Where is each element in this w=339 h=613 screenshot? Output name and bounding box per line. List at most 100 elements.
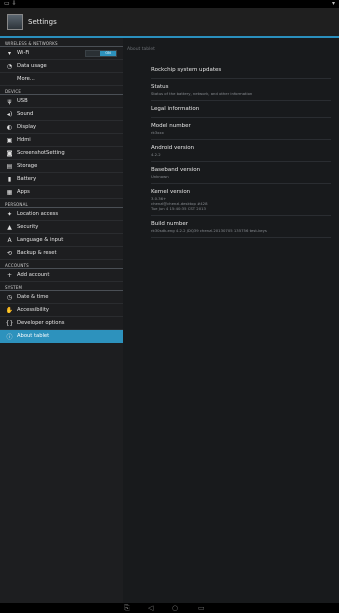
wifi-icon: ▾ <box>7 49 11 57</box>
pref-summary: rk3xxx <box>151 130 164 135</box>
section-header: PERSONAL <box>0 199 123 208</box>
sidebar-item-backup-reset[interactable]: ⟲ Backup & reset <box>0 247 123 260</box>
sidebar-item-location-access[interactable]: ✦ Location access <box>0 208 123 221</box>
pref-model-number[interactable]: Model number rk3xxx <box>151 118 331 140</box>
sidebar-item-display[interactable]: ◐ Display <box>0 121 123 134</box>
sidebar-item-label: Security <box>17 224 39 230</box>
storage-icon: ▤ <box>6 162 13 170</box>
status-bar: ▭ ⇩ ▾ <box>0 0 339 8</box>
sidebar-item-label: Accessibility <box>17 307 49 313</box>
screenshot-icon: ◙ <box>6 149 13 157</box>
sidebar-item-label: Wi-Fi <box>17 50 30 56</box>
pref-title: Kernel version <box>151 189 191 195</box>
screenshot-icon[interactable]: ⎘ <box>124 603 130 613</box>
language-icon: A <box>7 236 12 244</box>
backup-icon: ⟲ <box>6 249 13 257</box>
wifi-signal-icon: ▾ <box>331 0 335 7</box>
location-icon: ✦ <box>6 210 13 218</box>
sidebar-item-label: More... <box>17 76 35 82</box>
pref-summary: rk30sdk-eng 4.2.2 JDQ39 chenzl.20130705 … <box>151 228 267 233</box>
sidebar-item-usb[interactable]: ψ USB <box>0 95 123 108</box>
sidebar-item-screenshotsetting[interactable]: ◙ ScreenshotSetting <box>0 147 123 160</box>
section-header: SYSTEM <box>0 282 123 291</box>
action-bar: Settings <box>0 8 339 38</box>
back-icon[interactable]: ◁ <box>148 603 153 613</box>
sidebar-item-language-input[interactable]: A Language & input <box>0 234 123 247</box>
sidebar-item-sound[interactable]: ◂) Sound <box>0 108 123 121</box>
sidebar-item-label: Language & input <box>17 237 64 243</box>
sidebar-item-label: Backup & reset <box>17 250 57 256</box>
pref-title: Baseband version <box>151 167 201 173</box>
settings-app-icon[interactable] <box>7 14 23 30</box>
section-header: DEVICE <box>0 86 123 95</box>
sidebar-item-date-time[interactable]: ◷ Date & time <box>0 291 123 304</box>
pref-legal-information[interactable]: Legal information <box>151 101 331 118</box>
pref-baseband-version[interactable]: Baseband version Unknown <box>151 162 331 184</box>
sidebar-item-security[interactable]: ▲ Security <box>0 221 123 234</box>
recents-icon[interactable]: ▭ <box>198 603 205 613</box>
pref-build-number[interactable]: Build number rk30sdk-eng 4.2.2 JDQ39 chen… <box>151 216 331 238</box>
pref-title: Legal information <box>151 106 200 112</box>
sound-icon: ◂) <box>6 110 13 118</box>
sidebar-item-label: Battery <box>17 176 37 182</box>
hdmi-icon: ▣ <box>6 136 13 144</box>
pref-status[interactable]: Status Status of the battery, network, an… <box>151 79 331 101</box>
sidebar-item-apps[interactable]: ▦ Apps <box>0 186 123 199</box>
pref-title: Build number <box>151 221 189 227</box>
home-icon[interactable]: ○ <box>172 603 178 613</box>
about-tablet-panel: About tablet Rockchip system updates Stat… <box>123 38 339 603</box>
sidebar-item-battery[interactable]: ▮ Battery <box>0 173 123 186</box>
page-title: Settings <box>28 18 57 26</box>
lock-icon: ▲ <box>7 223 12 231</box>
panel-header: About tablet <box>127 47 155 52</box>
sidebar-item-add-account[interactable]: + Add account <box>0 269 123 282</box>
developer-icon: {} <box>5 319 14 327</box>
notification-icons: ▭ ⇩ <box>4 0 17 7</box>
sidebar-item-more[interactable]: More... <box>0 73 123 86</box>
sidebar-item-label: Storage <box>17 163 38 169</box>
sidebar-item-wi-fi[interactable]: ▾ Wi-Fi ON <box>0 47 123 60</box>
pref-rockchip-system-updates[interactable]: Rockchip system updates <box>151 62 331 79</box>
settings-sidebar: WIRELESS & NETWORKS ▾ Wi-Fi ON ◔ Data usage Mo… <box>0 38 124 603</box>
sidebar-item-developer-options[interactable]: {} Developer options <box>0 317 123 330</box>
pref-summary: Unknown <box>151 174 169 179</box>
apps-icon: ▦ <box>6 188 13 196</box>
section-header: WIRELESS & NETWORKS <box>0 38 123 47</box>
pref-android-version[interactable]: Android version 4.2.2 <box>151 140 331 162</box>
pref-summary: 4.2.2 <box>151 152 161 157</box>
add-icon: + <box>6 271 13 279</box>
sidebar-item-label: Display <box>17 124 37 130</box>
pref-title: Android version <box>151 145 195 151</box>
sidebar-item-label: Location access <box>17 211 59 217</box>
info-icon: ⓘ <box>6 333 13 341</box>
sidebar-item-label: Apps <box>17 189 30 195</box>
pref-kernel-version[interactable]: Kernel version 3.0.36+ chenzl@chenzl-deskt… <box>151 184 331 216</box>
navigation-bar: ⎘ ◁ ○ ▭ <box>0 603 339 613</box>
sidebar-item-label: Add account <box>17 272 50 278</box>
sidebar-item-about-tablet[interactable]: ⓘ About tablet <box>0 330 123 343</box>
clock-icon: ◷ <box>6 293 13 301</box>
accessibility-icon: ✋ <box>5 306 14 314</box>
sidebar-item-accessibility[interactable]: ✋ Accessibility <box>0 304 123 317</box>
sidebar-item-hdmi[interactable]: ▣ Hdmi <box>0 134 123 147</box>
display-icon: ◐ <box>6 123 13 131</box>
battery-icon: ▮ <box>7 175 12 183</box>
preference-list: Rockchip system updates Status Status of t… <box>123 62 339 238</box>
pref-summary: Tue Jun 4 15:40:35 CST 2013 <box>151 206 206 211</box>
sidebar-item-label: Developer options <box>17 320 65 326</box>
sidebar-item-label: Sound <box>17 111 34 117</box>
sidebar-item-data-usage[interactable]: ◔ Data usage <box>0 60 123 73</box>
sidebar-item-label: Hdmi <box>17 137 31 143</box>
usb-icon: ψ <box>7 97 12 105</box>
sidebar-item-storage[interactable]: ▤ Storage <box>0 160 123 173</box>
sidebar-item-label: Date & time <box>17 294 49 300</box>
data-usage-icon: ◔ <box>6 62 13 70</box>
sidebar-item-label: ScreenshotSetting <box>17 150 65 156</box>
sidebar-item-label: About tablet <box>17 333 50 339</box>
section-header: ACCOUNTS <box>0 260 123 269</box>
pref-title: Status <box>151 84 169 90</box>
sidebar-item-label: Data usage <box>17 63 47 69</box>
toggle-knob: ON <box>100 51 116 56</box>
sidebar-item-label: USB <box>17 98 28 104</box>
wifi-toggle[interactable]: ON <box>85 50 117 57</box>
